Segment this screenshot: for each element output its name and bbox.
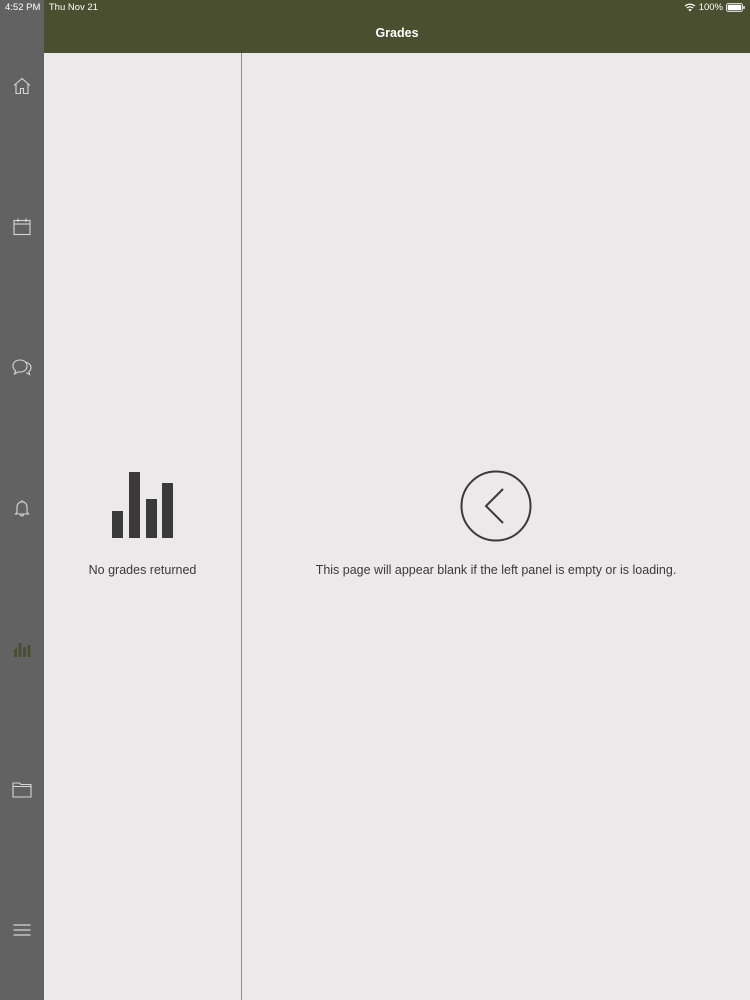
detail-placeholder-message: This page will appear blank if the left … — [315, 563, 677, 577]
bar-chart-icon — [14, 643, 31, 657]
sidebar-item-home[interactable] — [0, 66, 44, 106]
sidebar-item-menu[interactable] — [0, 910, 44, 950]
grade-detail-panel: This page will appear blank if the left … — [242, 53, 750, 1000]
sidebar-nav — [0, 0, 44, 1000]
status-date: Thu Nov 21 — [48, 2, 98, 13]
folder-icon — [12, 782, 32, 798]
hamburger-menu-icon — [13, 924, 31, 936]
home-icon — [13, 77, 31, 95]
chat-bubbles-icon — [12, 359, 32, 376]
wifi-icon — [684, 3, 696, 12]
sidebar-item-calendar[interactable] — [0, 207, 44, 247]
empty-state-message: No grades returned — [88, 563, 197, 577]
sidebar-item-files[interactable] — [0, 769, 44, 809]
calendar-icon — [13, 218, 31, 236]
battery-icon — [726, 3, 745, 12]
status-bar: 4:52 PM Thu Nov 21 100% — [0, 0, 750, 15]
grades-list-panel: No grades returned — [44, 53, 241, 1000]
sidebar-item-notifications[interactable] — [0, 488, 44, 528]
bar-chart-icon — [112, 472, 173, 538]
battery-percentage: 100% — [698, 2, 723, 13]
page-title: Grades — [375, 26, 419, 40]
sidebar-item-grades[interactable] — [0, 629, 44, 669]
status-time: 4:52 PM — [5, 2, 41, 13]
sidebar-item-messages[interactable] — [0, 347, 44, 387]
chevron-left-circle-icon — [460, 470, 532, 542]
bell-icon — [14, 500, 30, 517]
